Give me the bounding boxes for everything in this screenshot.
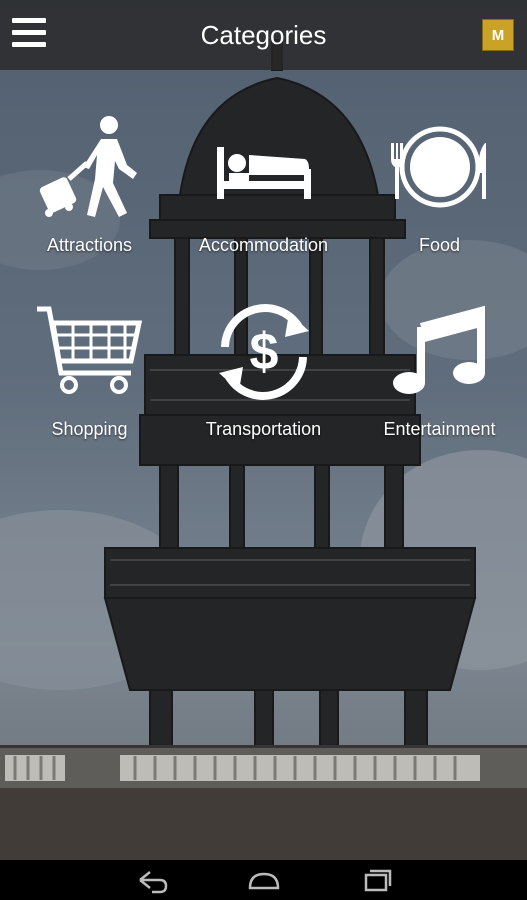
home-icon[interactable]: [244, 866, 284, 894]
app-logo-badge[interactable]: M: [482, 19, 514, 51]
svg-text:$: $: [249, 323, 278, 381]
currency-exchange-icon: $: [176, 297, 351, 407]
bed-icon: [176, 113, 351, 223]
recent-apps-icon[interactable]: [356, 866, 396, 894]
category-label: Entertainment: [383, 419, 496, 439]
back-icon[interactable]: [132, 866, 172, 894]
category-food[interactable]: Food: [352, 113, 527, 256]
category-label: Food: [418, 235, 461, 255]
category-accommodation[interactable]: Accommodation: [176, 113, 351, 256]
category-label: Shopping: [51, 419, 128, 439]
category-label: Attractions: [46, 235, 133, 255]
traveler-with-luggage-icon: [2, 113, 177, 223]
app-screen: Categories M Attractions Accommodation F…: [0, 0, 527, 900]
category-transportation[interactable]: $ Transportation: [176, 297, 351, 440]
music-note-icon: [352, 297, 527, 407]
shopping-cart-icon: [2, 297, 177, 407]
system-navigation-bar: [0, 860, 527, 900]
category-entertainment[interactable]: Entertainment: [352, 297, 527, 440]
category-label: Transportation: [205, 419, 322, 439]
category-shopping[interactable]: Shopping: [2, 297, 177, 440]
category-attractions[interactable]: Attractions: [2, 113, 177, 256]
category-label: Accommodation: [198, 235, 329, 255]
top-app-bar: Categories M: [0, 0, 527, 70]
page-title: Categories: [200, 20, 327, 50]
plate-fork-knife-icon: [352, 113, 527, 223]
